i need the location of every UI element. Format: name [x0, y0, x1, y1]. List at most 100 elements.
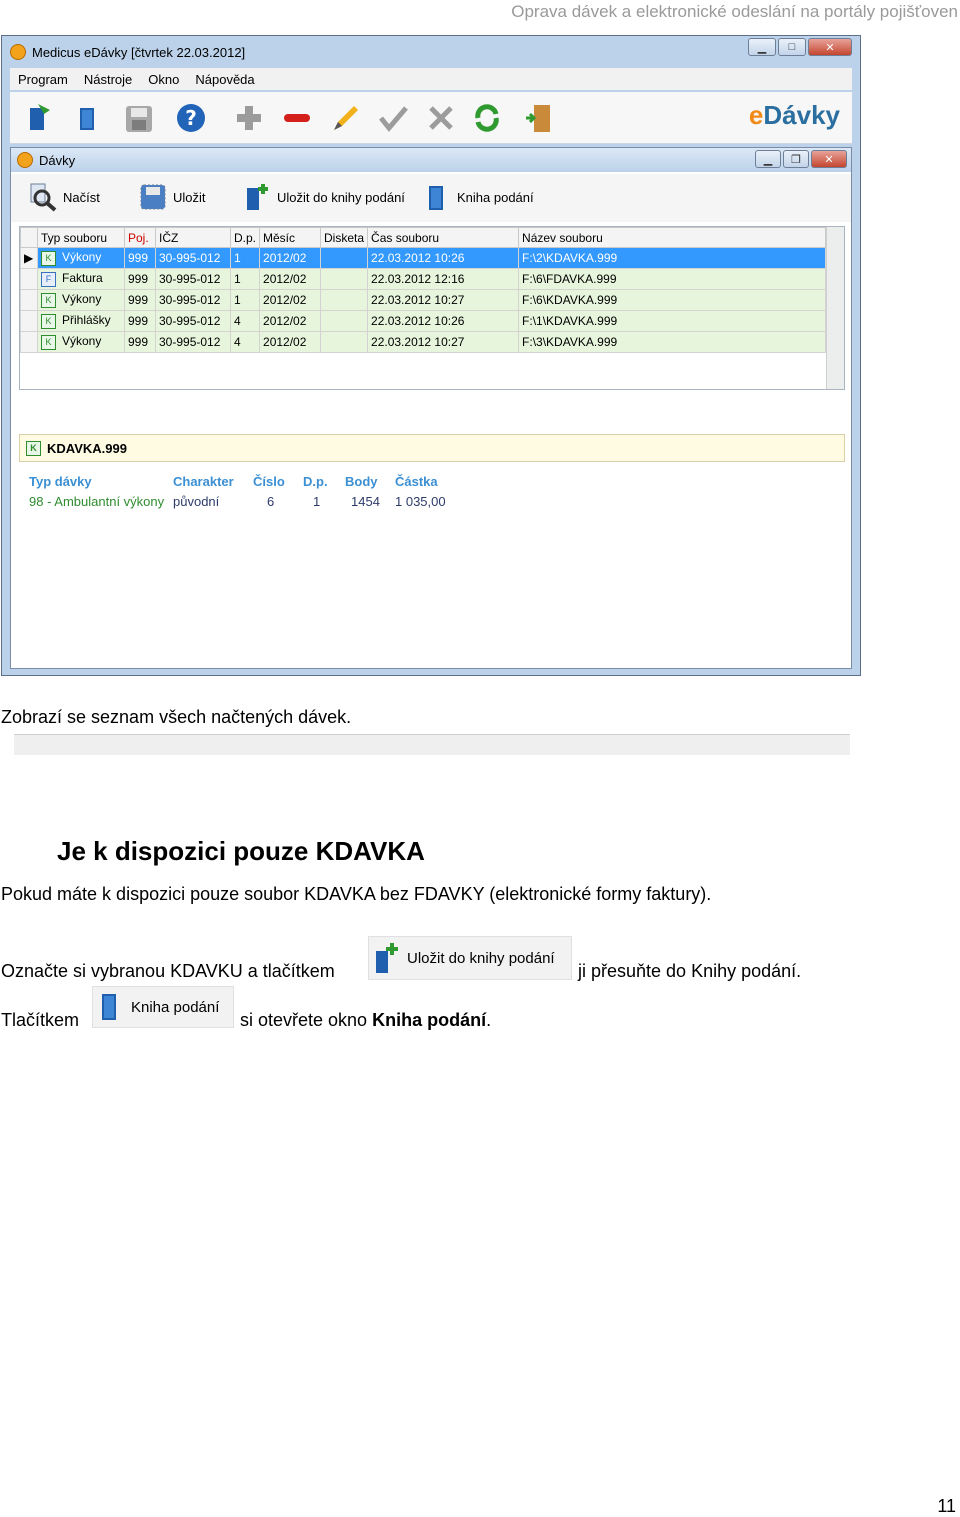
- book-add-icon: [376, 943, 398, 973]
- file-type-badge: F: [41, 271, 56, 287]
- confirm-check-icon[interactable]: [378, 102, 408, 134]
- davky-minimize-button[interactable]: ▁: [755, 150, 781, 168]
- screenshot-caption: Zobrazí se seznam všech načtených dávek.: [1, 707, 352, 727]
- refresh-icon[interactable]: [472, 102, 502, 134]
- add-icon[interactable]: [234, 102, 264, 134]
- save-button[interactable]: Uložit: [139, 182, 206, 212]
- table-row[interactable]: ▶ K Výkony 999 30-995-012 1 2012/02 22.03.2012 …: [20, 247, 827, 269]
- load-label: Načíst: [63, 189, 100, 205]
- detail-head-points: Body: [345, 474, 378, 489]
- save-label: Uložit: [173, 189, 206, 205]
- load-button[interactable]: Načíst: [29, 182, 100, 212]
- davky-logo-icon: [17, 152, 33, 168]
- inline-book-button: Kniha podání: [92, 986, 234, 1028]
- app-window: Medicus eDávky [čtvrtek 22.03.2012] ▁ □ …: [1, 35, 861, 755]
- row-indicator[interactable]: [20, 289, 38, 311]
- paragraph-2-start: Označte si vybranou KDAVKU a tlačítkem: [1, 961, 335, 981]
- col-poj[interactable]: Poj.: [124, 227, 156, 248]
- detail-head-amount: Částka: [395, 474, 438, 489]
- paragraph-1: Pokud máte k dispozici pouze soubor KDAV…: [1, 884, 712, 904]
- window-controls: ▁ □ ✕: [748, 38, 852, 56]
- cell-icz: 30-995-012: [155, 310, 231, 332]
- empty-cell: [124, 352, 156, 373]
- cell-type: K Výkony: [37, 331, 125, 353]
- table-row[interactable]: K Přihlášky 999 30-995-012 4 2012/02 22.03.201…: [20, 310, 827, 332]
- batch-grid: Typ souboru Poj. IČZ D.p. Měsíc Disketa …: [19, 226, 845, 390]
- cell-icz: 30-995-012: [155, 247, 231, 269]
- save-to-book-button[interactable]: Uložit do knihy podání: [243, 182, 405, 212]
- maximize-button[interactable]: □: [778, 38, 806, 56]
- close-button[interactable]: ✕: [808, 38, 852, 56]
- row-indicator[interactable]: [20, 310, 38, 332]
- davky-titlebar: Dávky: [11, 148, 851, 172]
- cell-time: 22.03.2012 10:27: [367, 331, 520, 353]
- cell-file: F:\1\KDAVKA.999: [518, 310, 827, 332]
- col-time[interactable]: Čas souboru: [367, 227, 520, 248]
- main-toolbar: ? eDávky: [10, 92, 852, 144]
- remove-icon[interactable]: [282, 102, 312, 134]
- empty-row: [20, 352, 826, 373]
- col-dp[interactable]: D.p.: [229, 227, 261, 248]
- cell-icz: 30-995-012: [155, 289, 231, 311]
- cell-time: 22.03.2012 10:27: [367, 289, 520, 311]
- cell-disk: [320, 310, 369, 332]
- file-type-badge: K: [41, 250, 56, 266]
- detail-val-points: 1454: [351, 494, 380, 509]
- cell-file: F:\6\FDAVKA.999: [518, 268, 827, 290]
- edavky-logo: eDávky: [748, 100, 840, 130]
- cell-poj: 999: [124, 331, 156, 353]
- edit-pencil-icon[interactable]: [330, 102, 360, 134]
- col-file[interactable]: Název souboru: [518, 227, 827, 248]
- cell-disk: [320, 331, 369, 353]
- cell-type: K Výkony: [37, 289, 125, 311]
- inline-save-to-book-button: Uložit do knihy podání: [368, 936, 572, 980]
- paragraph-3-mid: si otevřete okno: [240, 1010, 373, 1030]
- cell-dp: 4: [229, 310, 261, 332]
- menu-napoveda[interactable]: Nápověda: [195, 72, 254, 87]
- davky-close-button[interactable]: ✕: [811, 150, 847, 168]
- davky-restore-button[interactable]: ❐: [783, 150, 809, 168]
- type-label: Faktura: [62, 271, 103, 286]
- type-label: Výkony: [62, 292, 102, 307]
- book-icon[interactable]: [72, 102, 102, 134]
- table-row[interactable]: F Faktura 999 30-995-012 1 2012/02 22.03.2012 …: [20, 268, 827, 290]
- help-icon[interactable]: ?: [176, 102, 206, 134]
- book-label: Kniha podání: [457, 189, 534, 205]
- cell-dp: 1: [229, 268, 261, 290]
- empty-cell: [320, 352, 368, 373]
- davky-toolbar: Načíst Uložit Uložit do knihy podání Kni…: [11, 174, 851, 222]
- cell-type: K Přihlášky: [37, 310, 125, 332]
- cell-file: F:\3\KDAVKA.999: [518, 331, 827, 353]
- col-indicator: [20, 227, 38, 248]
- grid-scrollbar[interactable]: [826, 227, 844, 389]
- col-month[interactable]: Měsíc: [259, 227, 322, 248]
- empty-cell: [518, 352, 826, 373]
- exit-door-icon[interactable]: [524, 102, 554, 134]
- type-label: Výkony: [62, 334, 102, 349]
- cancel-x-icon[interactable]: [426, 102, 456, 134]
- svg-text:?: ?: [185, 106, 197, 130]
- empty-cell: [367, 352, 519, 373]
- cell-type: F Faktura: [37, 268, 125, 290]
- window-title: Medicus eDávky [čtvrtek 22.03.2012]: [32, 44, 246, 60]
- row-indicator[interactable]: ▶: [20, 247, 38, 269]
- load-book-icon[interactable]: [24, 102, 54, 134]
- window-titlebar: Medicus eDávky [čtvrtek 22.03.2012]: [10, 40, 245, 64]
- magnifier-icon: [30, 183, 57, 212]
- col-icz[interactable]: IČZ: [155, 227, 231, 248]
- cell-disk: [320, 247, 369, 269]
- detail-badge: K: [26, 440, 41, 456]
- row-indicator[interactable]: [20, 268, 38, 290]
- menu-program[interactable]: Program: [18, 72, 68, 87]
- col-type[interactable]: Typ souboru: [37, 227, 125, 248]
- col-disk[interactable]: Disketa: [320, 227, 369, 248]
- book-button[interactable]: Kniha podání: [423, 182, 534, 212]
- app-logo-icon: [10, 44, 26, 60]
- table-row[interactable]: K Výkony 999 30-995-012 4 2012/02 22.03.2012 1…: [20, 331, 827, 353]
- menu-nastroje[interactable]: Nástroje: [84, 72, 132, 87]
- save-disk-icon[interactable]: [124, 102, 154, 134]
- minimize-button[interactable]: ▁: [748, 38, 776, 56]
- menu-okno[interactable]: Okno: [148, 72, 179, 87]
- table-row[interactable]: K Výkony 999 30-995-012 1 2012/02 22.03.2012 1…: [20, 289, 827, 311]
- row-indicator[interactable]: [20, 331, 38, 353]
